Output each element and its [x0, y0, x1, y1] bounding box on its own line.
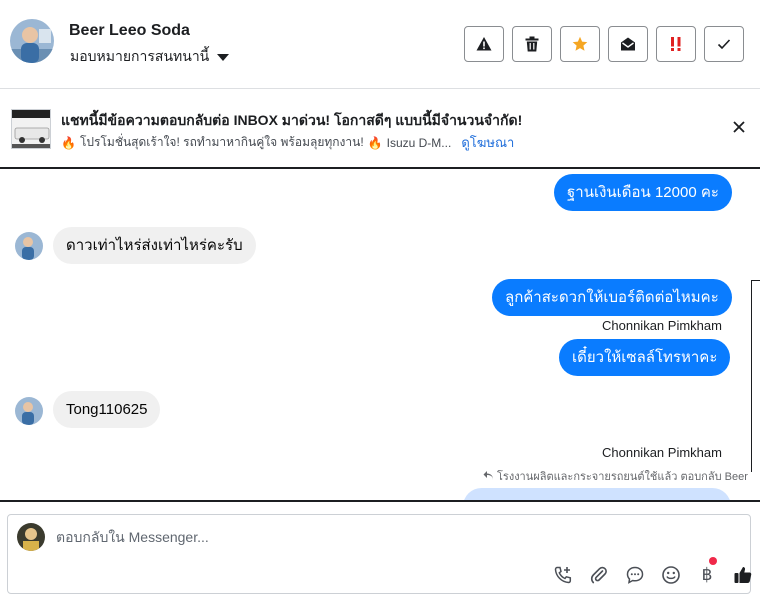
ad-banner: แชทนี้มีข้อความตอบกลับต่อ INBOX มาด่วน! …	[0, 89, 760, 169]
double-exclamation-icon	[671, 37, 681, 51]
composer-tools: ฿	[551, 557, 755, 587]
chat-bubble-icon	[626, 566, 644, 584]
message-thread[interactable]: ฐานเงินเดือน 12000 คะ ดาวเท่าไหร่ส่งเท่า…	[0, 170, 760, 500]
ad-title: แชทนี้มีข้อความตอบกลับต่อ INBOX มาด่วน! …	[61, 112, 523, 128]
ad-subtitle-more: Isuzu D-M...	[386, 135, 452, 150]
contact-avatar-small	[15, 232, 43, 260]
ad-subtitle-text: โปรโมชั่นสุดเร้าใจ! รถทำมาหากินคู่ใจ พร้…	[79, 135, 364, 149]
contact-name[interactable]: Beer Leeo Soda	[69, 22, 190, 40]
message-bubble-outgoing: ฐานเงินเดือน 12000 คะ	[554, 174, 732, 211]
contact-avatar-small	[15, 397, 43, 425]
composer-divider	[0, 500, 760, 502]
report-spam-button[interactable]	[464, 26, 504, 62]
star-icon	[572, 36, 588, 51]
trash-icon	[525, 36, 539, 52]
mark-unread-button[interactable]	[608, 26, 648, 62]
envelope-open-icon	[621, 37, 635, 51]
close-icon[interactable]	[730, 118, 748, 136]
view-ad-link[interactable]: ดูโฆษณา	[461, 132, 514, 153]
emoji-button[interactable]	[659, 563, 683, 587]
reply-input[interactable]	[56, 529, 536, 545]
call-plus-icon	[554, 566, 572, 584]
mark-done-button[interactable]	[704, 26, 744, 62]
reply-context-text: โรงงานผลิตและกระจายรถยนต์ใช้แล้ว ตอบกลับ…	[497, 471, 748, 483]
assign-label: มอบหมายการสนทนานี้	[70, 48, 210, 64]
reply-arrow-icon	[483, 471, 493, 480]
conversation-actions	[464, 26, 744, 62]
call-plus-button[interactable]	[551, 563, 575, 587]
ad-thumbnail[interactable]	[11, 109, 51, 149]
message-bubble-outgoing: ลูกค้าสะดวกให้เบอร์ติดต่อไหมคะ	[492, 279, 732, 316]
page-avatar	[17, 523, 45, 551]
sender-name: Chonnikan Pimkham	[602, 445, 722, 460]
saved-replies-button[interactable]	[623, 563, 647, 587]
reply-context: โรงงานผลิตและกระจายรถยนต์ใช้แล้ว ตอบกลับ…	[483, 467, 748, 485]
payment-button[interactable]: ฿	[695, 557, 719, 587]
smiley-icon	[662, 566, 680, 584]
message-bubble-outgoing: เดี๋ยวให้เซลล์โทรหาคะ	[559, 339, 731, 376]
thumbs-up-icon	[734, 567, 752, 583]
paperclip-icon	[590, 566, 607, 584]
assign-conversation-dropdown[interactable]: มอบหมายการสนทนานี้	[70, 46, 230, 68]
fire-icon: 🔥	[61, 135, 76, 150]
baht-icon: ฿	[701, 565, 713, 585]
conversation-header: Beer Leeo Soda มอบหมายการสนทนานี้	[0, 0, 760, 89]
notification-dot	[709, 557, 717, 565]
ad-subtitle: 🔥 โปรโมชั่นสุดเร้าใจ! รถทำมาหากินคู่ใจ พ…	[61, 132, 514, 153]
chevron-down-icon	[217, 53, 230, 61]
priority-button[interactable]	[656, 26, 696, 62]
reply-composer: ฿	[7, 514, 752, 594]
like-button[interactable]	[731, 563, 755, 587]
warning-icon	[476, 37, 492, 51]
contact-avatar[interactable]	[10, 19, 54, 63]
star-button[interactable]	[560, 26, 600, 62]
delete-button[interactable]	[512, 26, 552, 62]
quoted-message-bubble	[463, 488, 731, 500]
side-panel-edge	[751, 280, 760, 472]
attach-button[interactable]	[587, 563, 611, 587]
check-icon	[717, 39, 731, 50]
message-bubble-incoming: Tong110625	[53, 391, 161, 428]
message-bubble-incoming: ดาวเท่าไหร่ส่งเท่าไหร่คะรับ	[53, 227, 256, 264]
fire-icon: 🔥	[367, 135, 383, 150]
sender-name: Chonnikan Pimkham	[602, 318, 722, 333]
